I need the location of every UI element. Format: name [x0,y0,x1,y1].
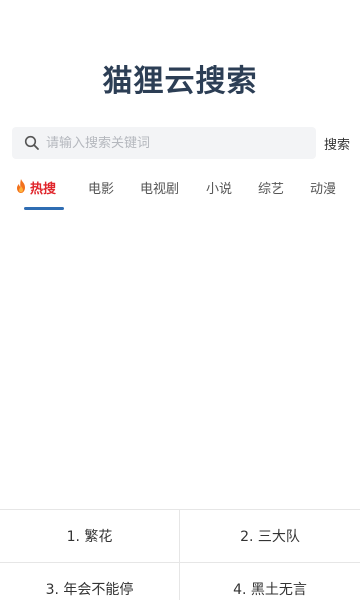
tab-variety[interactable]: 综艺 [258,178,310,210]
search-button[interactable]: 搜索 [324,134,350,153]
tab-label: 热搜 [30,182,57,197]
tab-novel[interactable]: 小说 [206,178,258,210]
search-input[interactable] [46,135,286,151]
search-box[interactable] [12,127,316,159]
hot-search-item[interactable]: 1. 繁花 [0,510,180,563]
tab-label: 动漫 [310,182,337,197]
tab-label: 综艺 [258,182,285,197]
tab-movie[interactable]: 电影 [88,178,140,210]
search-icon [24,135,40,151]
search-bar: 搜索 [12,127,356,159]
fire-icon [14,178,28,194]
hot-search-item[interactable]: 4. 黑土无言 [180,563,360,600]
hot-search-item[interactable]: 2. 三大队 [180,510,360,563]
tab-tv-series[interactable]: 电视剧 [140,178,206,210]
tab-label: 电影 [88,182,115,197]
hot-search-list: 1. 繁花 2. 三大队 3. 年会不能停 4. 黑土无言 [0,509,360,600]
tab-label: 电视剧 [140,182,180,197]
hot-search-item[interactable]: 3. 年会不能停 [0,563,180,600]
category-tabs: 热搜 电影 电视剧 小说 综艺 动漫 [14,178,360,210]
tab-label: 小说 [206,182,233,197]
tab-hot[interactable]: 热搜 [14,178,88,210]
tab-anime[interactable]: 动漫 [310,178,360,210]
app-title: 猫狸云搜索 [102,64,258,99]
